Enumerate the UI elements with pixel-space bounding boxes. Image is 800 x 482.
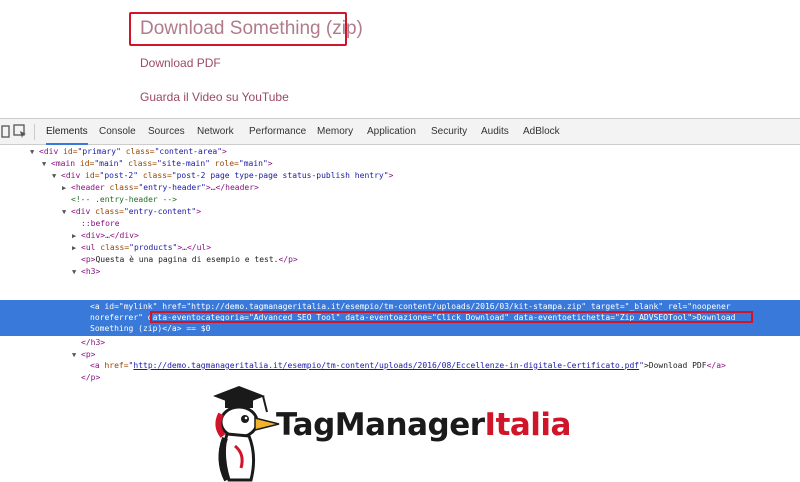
dom-node-header[interactable]: ▶ <header class="entry-header">…</header> bbox=[62, 182, 259, 194]
collapse-arrow-icon[interactable]: ▶ bbox=[72, 242, 81, 254]
dom-node-h3-close[interactable]: </h3> bbox=[81, 337, 105, 349]
webpage-content: Download Something (zip) Download PDF Gu… bbox=[0, 0, 800, 118]
dom-node-post[interactable]: ▼ <div id="post-2" class="post-2 page typ… bbox=[52, 170, 393, 182]
youtube-video-link[interactable]: Guarda il Video su YouTube bbox=[140, 90, 289, 104]
device-toolbar-icon[interactable] bbox=[0, 123, 12, 139]
tab-adblock[interactable]: AdBlock bbox=[523, 119, 560, 145]
brand-logo-text: TagManagerItalia bbox=[276, 407, 571, 443]
expand-arrow-icon[interactable]: ▼ bbox=[62, 206, 71, 218]
dom-node-primary[interactable]: ▼ <div id="primary" class="content-area"> bbox=[30, 146, 227, 158]
dom-node-entry-content[interactable]: ▼ <div class="entry-content"> bbox=[62, 206, 201, 218]
tab-audits[interactable]: Audits bbox=[481, 119, 509, 145]
tab-console[interactable]: Console bbox=[99, 119, 136, 145]
expand-arrow-icon[interactable]: ▼ bbox=[52, 170, 61, 182]
brand-part2: Italia bbox=[484, 407, 572, 443]
toolbar-divider bbox=[34, 124, 35, 140]
dom-comment[interactable]: <!-- .entry-header --> bbox=[71, 194, 177, 206]
tab-sources[interactable]: Sources bbox=[148, 119, 185, 145]
dom-node-mylink-text[interactable]: Something (zip)</a> == $0 bbox=[90, 323, 210, 335]
tab-security[interactable]: Security bbox=[431, 119, 467, 145]
dom-node-pdf-link[interactable]: <a href="http://demo.tagmanageritalia.it… bbox=[90, 360, 726, 372]
download-pdf-link[interactable]: Download PDF bbox=[140, 56, 221, 70]
brand-part1: TagManager bbox=[276, 407, 485, 443]
devtools-tabbar: Elements Console Sources Network Perform… bbox=[0, 118, 800, 145]
dom-node-p-close[interactable]: </p> bbox=[81, 372, 100, 384]
download-zip-link[interactable]: Download Something (zip) bbox=[129, 12, 363, 46]
dom-node-products[interactable]: ▶ <ul class="products">…</ul> bbox=[72, 242, 211, 254]
dom-node-h3[interactable]: ▼ <h3> bbox=[72, 266, 100, 278]
data-attributes-highlight-box bbox=[150, 311, 753, 323]
expand-arrow-icon[interactable]: ▼ bbox=[72, 349, 81, 361]
collapse-arrow-icon[interactable]: ▶ bbox=[72, 230, 81, 242]
expand-arrow-icon[interactable]: ▼ bbox=[30, 146, 39, 158]
tab-network[interactable]: Network bbox=[197, 119, 234, 145]
woodpecker-mascot-icon bbox=[213, 386, 280, 482]
tab-elements[interactable]: Elements bbox=[46, 119, 88, 145]
dom-node-div[interactable]: ▶ <div>…</div> bbox=[72, 230, 139, 242]
tab-performance[interactable]: Performance bbox=[249, 119, 306, 145]
expand-arrow-icon[interactable]: ▼ bbox=[42, 158, 51, 170]
collapse-arrow-icon[interactable]: ▶ bbox=[62, 182, 71, 194]
tab-application[interactable]: Application bbox=[367, 119, 416, 145]
devtools-panel: Elements Console Sources Network Perform… bbox=[0, 118, 800, 363]
dom-node-paragraph[interactable]: <p>Questa è una pagina di esempio e test… bbox=[81, 254, 298, 266]
dom-node-main[interactable]: ▼ <main id="main" class="site-main" role=… bbox=[42, 158, 273, 170]
dom-pseudo-before[interactable]: ::before bbox=[81, 218, 120, 230]
tab-memory[interactable]: Memory bbox=[317, 119, 353, 145]
expand-arrow-icon[interactable]: ▼ bbox=[72, 266, 81, 278]
dom-tree: ▼ <div id="primary" class="content-area">… bbox=[0, 146, 800, 362]
inspect-element-icon[interactable] bbox=[12, 123, 28, 139]
